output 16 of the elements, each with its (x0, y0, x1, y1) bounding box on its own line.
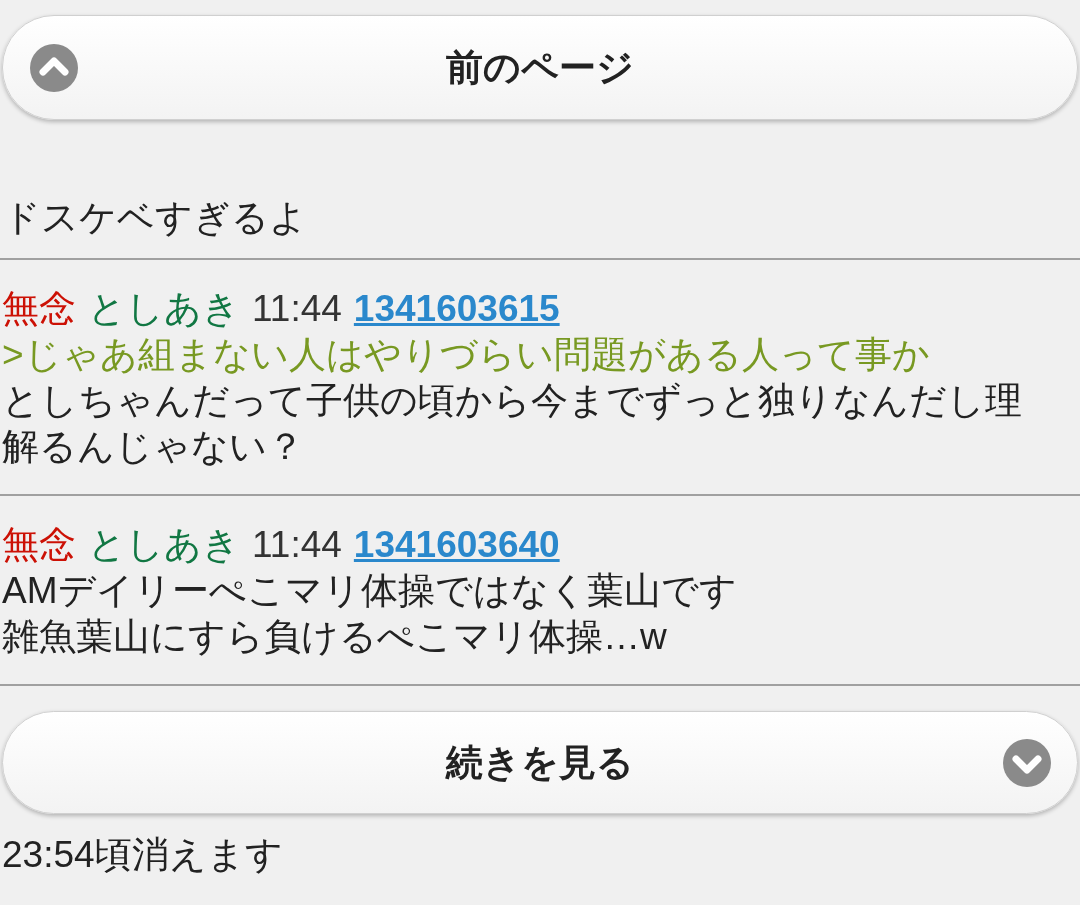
see-more-button[interactable]: 続きを見る (2, 711, 1078, 814)
subject-label: 無念 (2, 523, 76, 567)
chevron-down-icon (1003, 739, 1051, 787)
post-text: ドスケベすぎるよ (2, 196, 308, 240)
expiry-notice: 23:54頃消えます (1, 833, 284, 877)
post-text: としちゃんだって子供の頃から今までずっと独りなんだし理解るんじゃない？ (2, 379, 1023, 469)
poster-name: としあき (88, 523, 240, 567)
subject-label: 無念 (2, 287, 76, 331)
chevron-up-icon (30, 44, 78, 92)
post-time: 11:44 (252, 287, 342, 331)
post-text: AMデイリーぺこマリ体操ではなく葉山です (2, 569, 738, 613)
post-text: 雑魚葉山にすら負けるぺこマリ体操…w (2, 615, 668, 659)
post-time: 11:44 (252, 523, 342, 567)
previous-page-button[interactable]: 前のページ (2, 15, 1078, 120)
quote-text: >じゃあ組まない人はやりづらい問題がある人って事か (2, 333, 931, 377)
poster-name: としあき (88, 287, 240, 331)
